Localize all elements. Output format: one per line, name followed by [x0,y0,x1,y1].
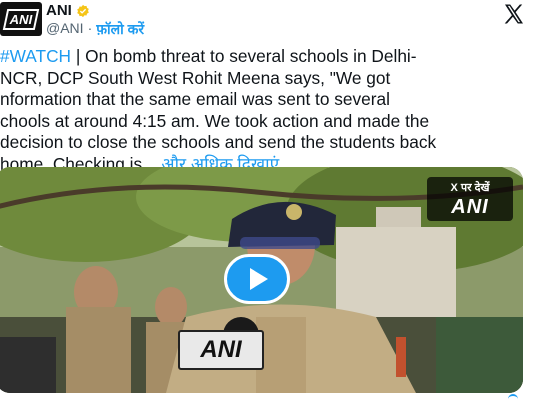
account-handle[interactable]: @ANI [46,20,84,39]
tweet-line-text: | On bomb threat to several schools in D… [71,46,417,66]
handle-row: @ANI · फ़ॉलो करें [46,20,144,39]
microphone-flag-label: ANI [178,330,264,370]
account-name-row: ANI [46,2,90,19]
play-button[interactable] [224,254,290,304]
account-name[interactable]: ANI [46,2,72,19]
handle-separator: · [87,20,93,36]
video-player[interactable]: X पर देखें ANI ANI [0,167,523,393]
tweet-line-text: decision to close the schools and send t… [0,132,437,152]
follow-button[interactable]: फ़ॉलो करें [96,20,144,39]
tweet-text: #WATCH | On bomb threat to several schoo… [0,46,534,175]
partial-action-icon[interactable] [508,394,518,400]
hashtag-link[interactable]: #WATCH [0,46,71,66]
tweet-line-text: nformation that the same email was sent … [0,89,390,109]
avatar[interactable]: ANI [0,2,42,36]
view-on-x-badge[interactable]: X पर देखें ANI [427,177,513,221]
verified-badge-icon [77,4,89,17]
footer-strip [0,393,534,400]
tweet-line-text: NCR, DCP South West Rohit Meena says, "W… [0,67,391,88]
view-on-x-label: X पर देखें [450,182,490,194]
avatar-logo-text: ANI [2,8,40,30]
play-icon [250,268,268,290]
tweet-line: decision to close the schools and send t… [0,132,534,154]
tweet-line: #WATCH | On bomb threat to several schoo… [0,46,534,68]
tweet-line: chools at around 4:15 am. We took action… [0,111,534,133]
tweet-line: NCR, DCP South West Rohit Meena says, "W… [0,68,534,90]
tweet-line: nformation that the same email was sent … [0,89,534,111]
x-logo-icon[interactable] [502,2,526,26]
tweet-header: ANI ANI @ANI · फ़ॉलो करें [0,0,534,42]
ani-watermark: ANI [451,196,489,218]
tweet-line-text: chools at around 4:15 am. We took action… [0,110,430,131]
